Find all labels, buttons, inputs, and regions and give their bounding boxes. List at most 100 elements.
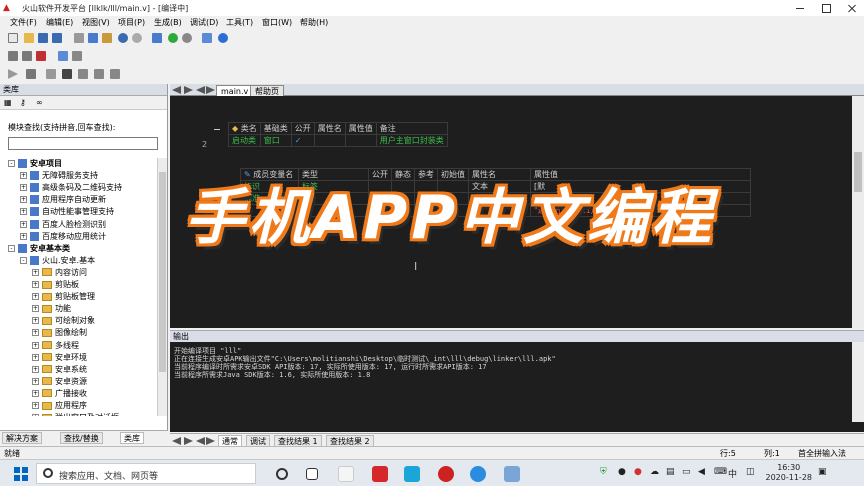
tree-item[interactable]: + 广播接收: [32, 388, 87, 399]
task-view-icon[interactable]: [306, 468, 318, 480]
tree-item[interactable]: + 应用程序: [32, 400, 87, 411]
menu-edit[interactable]: 编辑(E): [46, 17, 73, 28]
shield-icon[interactable]: ⛨: [600, 467, 607, 477]
note-cell[interactable]: 用户主窗口封装类: [375, 134, 448, 147]
tree-item[interactable]: + 百度人脸检测识别: [20, 219, 106, 230]
taskbar-search[interactable]: 搜索应用、文档、网页等: [36, 463, 256, 484]
copy-icon[interactable]: [88, 33, 98, 43]
expand-icon[interactable]: +: [32, 402, 39, 409]
tree-view-icon[interactable]: ▦: [4, 98, 14, 108]
network-icon[interactable]: ▤: [666, 467, 675, 477]
back-icon[interactable]: [168, 33, 178, 43]
prop-value-cell[interactable]: [344, 134, 377, 147]
step-icon[interactable]: [46, 69, 56, 79]
app-icon[interactable]: [404, 466, 420, 482]
expand-icon[interactable]: +: [32, 377, 39, 385]
tab-last-icon[interactable]: [206, 86, 215, 94]
collapse-marker[interactable]: [214, 129, 220, 130]
rebuild-icon[interactable]: [22, 51, 32, 61]
expand-icon[interactable]: +: [32, 305, 39, 313]
expand-icon[interactable]: +: [32, 281, 39, 288]
tree-item[interactable]: + 无障碍服务支持: [20, 170, 98, 181]
save-icon[interactable]: [38, 33, 48, 43]
mic-icon[interactable]: ●: [618, 467, 626, 477]
tree-item[interactable]: + 剪贴板管理: [32, 291, 95, 302]
tree-item[interactable]: + 安卓资源: [32, 376, 87, 387]
expand-icon[interactable]: +: [20, 208, 27, 216]
maximize-button[interactable]: [820, 2, 832, 14]
volume-icon[interactable]: ◀: [698, 467, 705, 477]
expand-icon[interactable]: +: [32, 329, 39, 337]
step-into-icon[interactable]: [78, 69, 88, 79]
expand-icon[interactable]: +: [20, 184, 27, 192]
expand-icon[interactable]: +: [32, 317, 39, 325]
expand-icon[interactable]: +: [20, 172, 27, 180]
tab-next-icon[interactable]: [184, 86, 193, 94]
cloud-icon[interactable]: ☁: [650, 467, 659, 477]
ime-mode-icon[interactable]: ◫: [746, 467, 755, 477]
forward-icon[interactable]: [182, 33, 192, 43]
hand-icon[interactable]: [62, 69, 72, 79]
tab-help-page[interactable]: 帮助页: [250, 85, 284, 96]
build-icon[interactable]: [8, 51, 18, 61]
tree-item[interactable]: + 多线程: [32, 340, 79, 351]
base-class-cell[interactable]: 窗口: [259, 134, 292, 147]
save-all-icon[interactable]: [52, 33, 62, 43]
stop-build-icon[interactable]: [36, 51, 46, 61]
app-icon[interactable]: [504, 466, 520, 482]
ime-indicator[interactable]: 中: [728, 467, 737, 480]
paste-icon[interactable]: [102, 33, 112, 43]
menu-debug[interactable]: 调试(D): [190, 17, 218, 28]
tree-item[interactable]: - 火山.安卓.基本: [20, 255, 95, 266]
open-folder-icon[interactable]: [24, 33, 34, 43]
menu-view[interactable]: 视图(V): [82, 17, 110, 28]
expand-icon[interactable]: +: [32, 414, 39, 416]
record-icon[interactable]: [438, 466, 454, 482]
keyboard-icon[interactable]: ⌨: [714, 467, 727, 477]
tree-item[interactable]: + 剪贴板: [32, 279, 79, 290]
package-icon[interactable]: [202, 33, 212, 43]
output-scrollbar[interactable]: [852, 342, 864, 422]
expand-icon[interactable]: +: [32, 293, 39, 301]
tree-item[interactable]: - 安卓项目: [8, 158, 62, 169]
tree-item[interactable]: + 安卓系统: [32, 364, 87, 375]
tab-prev-icon[interactable]: [172, 86, 181, 94]
expand-icon[interactable]: +: [32, 365, 39, 373]
tree-item[interactable]: + 内容访问: [32, 267, 87, 278]
stop-icon[interactable]: [26, 69, 36, 79]
close-button[interactable]: [846, 2, 858, 14]
menu-help[interactable]: 帮助(H): [300, 17, 328, 28]
out-tab-first-icon[interactable]: [196, 437, 205, 445]
tab-main-v[interactable]: main.v: [216, 85, 254, 96]
menu-tools[interactable]: 工具(T): [226, 17, 253, 28]
tree-item[interactable]: + 功能: [32, 303, 71, 314]
editor-scroll-thumb[interactable]: [854, 152, 862, 192]
expand-icon[interactable]: +: [20, 196, 27, 204]
tree-item[interactable]: - 安卓基本类: [8, 243, 70, 254]
record-tray-icon[interactable]: ●: [634, 467, 642, 477]
menu-window[interactable]: 窗口(W): [262, 17, 292, 28]
expand-icon[interactable]: +: [20, 232, 27, 240]
tab-find-replace[interactable]: 查找/替换: [60, 432, 103, 444]
run-icon[interactable]: [8, 69, 18, 79]
expand-icon[interactable]: +: [20, 220, 27, 228]
find-icon[interactable]: [152, 33, 162, 43]
undo-icon[interactable]: [118, 33, 128, 43]
volcano-app-icon[interactable]: [372, 466, 388, 482]
expand-icon[interactable]: +: [32, 268, 39, 276]
tree-item[interactable]: + 图像绘制: [32, 327, 87, 338]
edge-icon[interactable]: [470, 466, 486, 482]
settings-icon[interactable]: [72, 51, 82, 61]
step-over-icon[interactable]: [94, 69, 104, 79]
new-file-icon[interactable]: [8, 33, 18, 43]
minimize-button[interactable]: [794, 2, 806, 14]
tree-item[interactable]: + 安卓环境: [32, 352, 87, 363]
collapse-icon[interactable]: -: [20, 256, 27, 264]
menu-build[interactable]: 生成(B): [154, 17, 182, 28]
app-icon[interactable]: [338, 466, 354, 482]
expand-icon[interactable]: +: [32, 389, 39, 397]
tab-solution[interactable]: 解决方案: [2, 432, 42, 444]
expand-icon[interactable]: +: [32, 341, 39, 349]
tab-library[interactable]: 类库: [120, 432, 144, 444]
out-tab-last-icon[interactable]: [206, 437, 215, 445]
